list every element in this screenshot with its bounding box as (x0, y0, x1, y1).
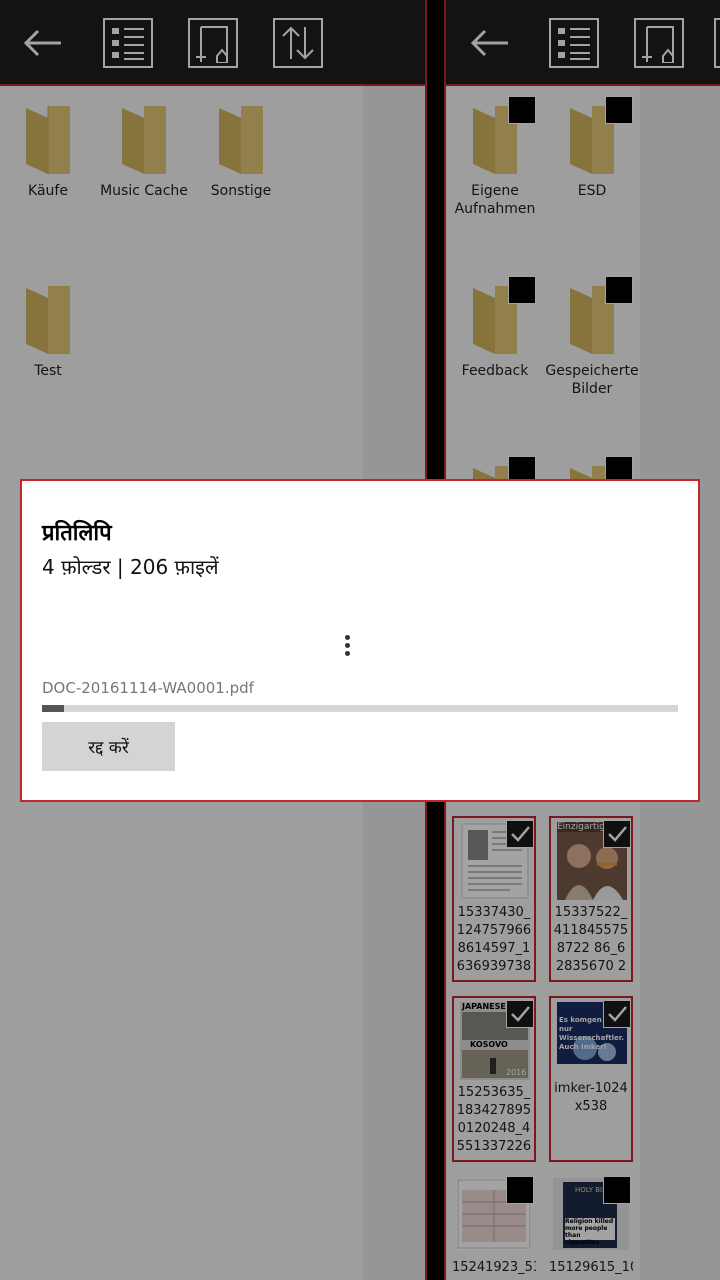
progress-fill (42, 705, 65, 712)
dialog-subtitle: 4 फ़ोल्डर | 206 फ़ाइलें (42, 555, 219, 579)
busy-indicator-icon (340, 635, 354, 659)
dialog-title: प्रतिलिपि (42, 521, 112, 546)
copy-progress-dialog: प्रतिलिपि 4 फ़ोल्डर | 206 फ़ाइलें DOC-20… (20, 479, 700, 802)
copy-progress-bar (42, 705, 678, 712)
app-root: Käufe Music Cache Sonstige Test Eigene A… (0, 0, 720, 1280)
cancel-button[interactable]: रद्द करें (42, 722, 175, 771)
current-file-name: DOC-20161114-WA0001.pdf (42, 679, 254, 697)
